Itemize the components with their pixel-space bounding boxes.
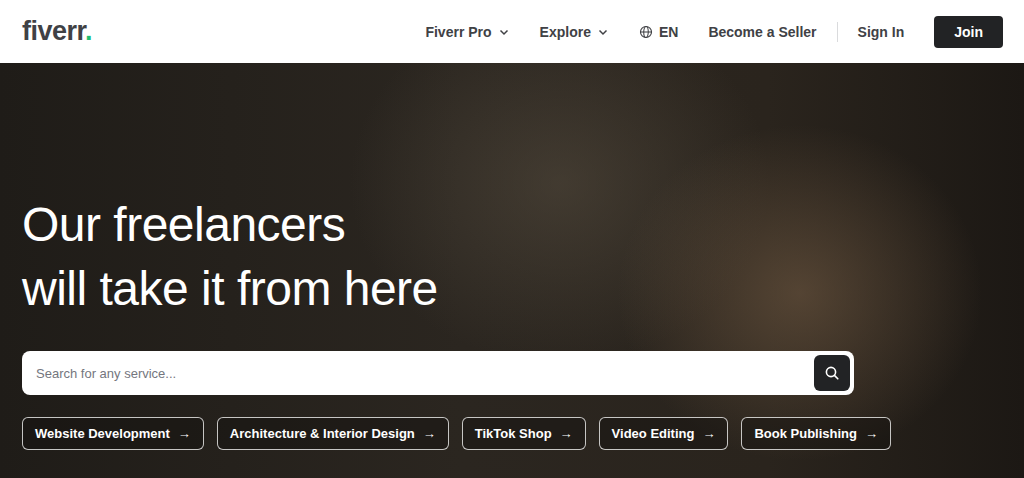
top-bar: fiverr. Fiverr Pro Explore EN Become a Selle… <box>0 0 1024 63</box>
chevron-down-icon <box>498 26 510 38</box>
page: fiverr. Fiverr Pro Explore EN Become a Selle… <box>0 0 1024 478</box>
search-button[interactable] <box>814 355 850 391</box>
chevron-down-icon <box>597 26 609 38</box>
hero-title: Our freelancerswill take it from here <box>22 193 1002 321</box>
nav-divider <box>837 22 838 42</box>
hero-video: Our freelancerswill take it from here Web… <box>0 63 1024 478</box>
category-chip[interactable]: TikTok Shop→ <box>462 417 586 450</box>
fiverr-logo[interactable]: fiverr. <box>22 18 92 45</box>
sign-in-link[interactable]: Sign In <box>858 24 905 40</box>
nav-item[interactable]: Explore <box>540 24 609 40</box>
globe-icon <box>639 25 653 39</box>
category-chip[interactable]: Architecture & Interior Design→ <box>217 417 449 450</box>
category-chip[interactable]: Website Development→ <box>22 417 204 450</box>
category-chip[interactable]: Book Publishing→ <box>741 417 891 450</box>
search-bar <box>22 351 854 395</box>
nav-item[interactable]: Become a Seller <box>708 24 816 40</box>
join-button[interactable]: Join <box>934 16 1003 48</box>
category-list: Website Development→ Architecture & Inter… <box>22 417 1002 450</box>
search-input[interactable] <box>34 365 814 382</box>
category-chip[interactable]: Video Editing→ <box>599 417 729 450</box>
nav-item[interactable]: Fiverr Pro <box>425 24 509 40</box>
magnifier-icon <box>824 365 840 381</box>
nav-item[interactable]: EN <box>639 24 678 40</box>
main-nav: Fiverr Pro Explore EN Become a Seller Sign I… <box>425 16 1003 48</box>
